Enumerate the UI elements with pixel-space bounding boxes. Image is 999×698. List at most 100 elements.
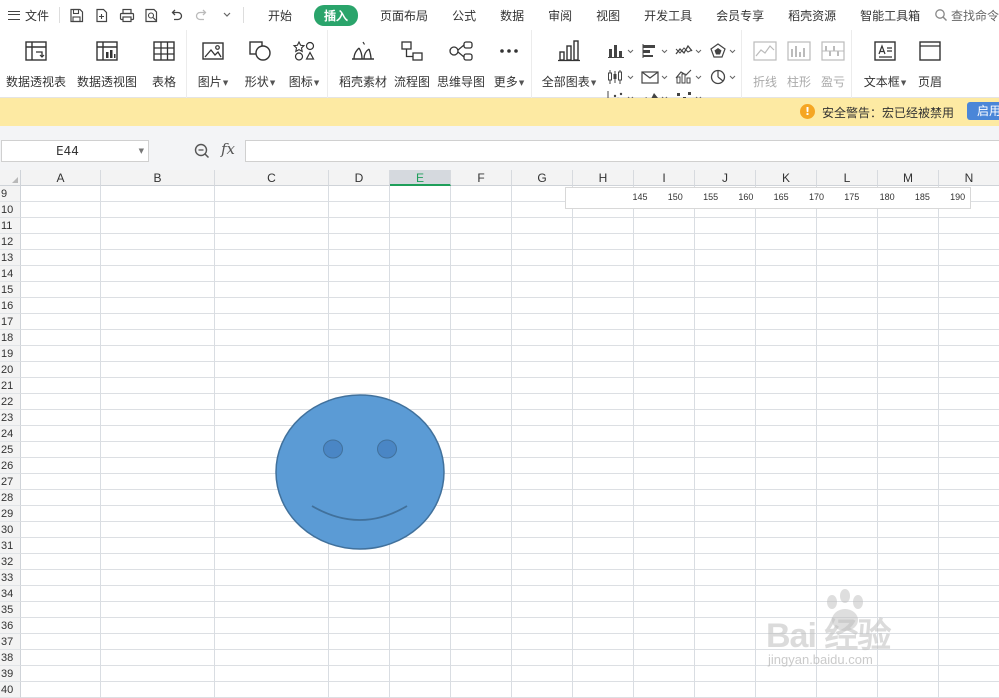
- shape-button[interactable]: 形状▼: [238, 30, 282, 98]
- undo-icon[interactable]: [164, 0, 189, 30]
- column-header[interactable]: A: [21, 170, 101, 186]
- column-header[interactable]: K: [756, 170, 817, 186]
- column-header[interactable]: H: [573, 170, 634, 186]
- row-header[interactable]: 12: [0, 234, 21, 250]
- row-header[interactable]: 20: [0, 362, 21, 378]
- row-header[interactable]: 19: [0, 346, 21, 362]
- picture-button[interactable]: 图片▼: [188, 30, 238, 98]
- column-header[interactable]: B: [101, 170, 215, 186]
- row-header[interactable]: 18: [0, 330, 21, 346]
- row-header[interactable]: 13: [0, 250, 21, 266]
- column-header[interactable]: J: [695, 170, 756, 186]
- flowchart-button[interactable]: 流程图: [390, 30, 434, 98]
- radar-chart-icon[interactable]: [706, 38, 740, 64]
- row-header[interactable]: 27: [0, 474, 21, 490]
- pie-chart-icon[interactable]: [706, 64, 740, 90]
- column-header[interactable]: M: [878, 170, 939, 186]
- row-header[interactable]: 23: [0, 410, 21, 426]
- sparkline-line-button[interactable]: 折线: [748, 30, 782, 98]
- tab-1[interactable]: 插入: [314, 0, 359, 30]
- row-header[interactable]: 10: [0, 202, 21, 218]
- row-header[interactable]: 21: [0, 378, 21, 394]
- embedded-chart-axis[interactable]: 145 150 155 160 165 170 175 180 185 190: [565, 187, 971, 209]
- row-header[interactable]: 9: [0, 186, 21, 202]
- row-header[interactable]: 11: [0, 218, 21, 234]
- sparkline-column-button[interactable]: 柱形: [782, 30, 816, 98]
- tab-3[interactable]: 公式: [440, 0, 488, 30]
- select-all-corner[interactable]: [0, 170, 21, 186]
- customize-toolbar-chevron-icon[interactable]: [214, 0, 239, 30]
- row-header[interactable]: 36: [0, 618, 21, 634]
- row-header[interactable]: 22: [0, 394, 21, 410]
- row-header[interactable]: 31: [0, 538, 21, 554]
- print-icon[interactable]: [114, 0, 139, 30]
- envelope-chart-icon[interactable]: [638, 64, 672, 90]
- row-header[interactable]: 40: [0, 682, 21, 698]
- save-icon[interactable]: [64, 0, 89, 30]
- print-preview-icon[interactable]: [139, 0, 164, 30]
- export-pdf-icon[interactable]: [89, 0, 114, 30]
- tab-6[interactable]: 视图: [584, 0, 632, 30]
- tab-7[interactable]: 开发工具: [632, 0, 704, 30]
- column-header[interactable]: L: [817, 170, 878, 186]
- row-header[interactable]: 17: [0, 314, 21, 330]
- insert-function-icon[interactable]: fx: [221, 140, 235, 158]
- row-header[interactable]: 16: [0, 298, 21, 314]
- header-footer-button[interactable]: 页眉: [910, 30, 950, 98]
- bar-chart-icon[interactable]: [638, 38, 672, 64]
- row-header[interactable]: 39: [0, 666, 21, 682]
- table-button[interactable]: 表格: [143, 30, 185, 98]
- row-header[interactable]: 34: [0, 586, 21, 602]
- docer-material-button[interactable]: 稻壳素材: [336, 30, 390, 98]
- row-header[interactable]: 32: [0, 554, 21, 570]
- row-header[interactable]: 37: [0, 634, 21, 650]
- row-header[interactable]: 14: [0, 266, 21, 282]
- row-header[interactable]: 35: [0, 602, 21, 618]
- formula-input[interactable]: [245, 140, 999, 162]
- textbox-button[interactable]: 文本框▼: [860, 30, 910, 98]
- column-header[interactable]: G: [512, 170, 573, 186]
- file-menu[interactable]: 文件: [0, 0, 55, 30]
- enable-macros-button[interactable]: 启用: [967, 102, 999, 120]
- stock-chart-icon[interactable]: [604, 64, 638, 90]
- chevron-down-icon[interactable]: ▼: [139, 141, 144, 161]
- command-search[interactable]: 查找命令: [930, 0, 999, 30]
- column-header[interactable]: F: [451, 170, 512, 186]
- row-header[interactable]: 28: [0, 490, 21, 506]
- smiley-face-shape[interactable]: [274, 394, 446, 554]
- row-header[interactable]: 29: [0, 506, 21, 522]
- tab-0[interactable]: 开始: [256, 0, 304, 30]
- more-button[interactable]: 更多▼: [488, 30, 530, 98]
- zoom-icon[interactable]: [194, 143, 210, 162]
- redo-icon[interactable]: [189, 0, 214, 30]
- combo-chart-icon[interactable]: [672, 64, 706, 90]
- column-header[interactable]: E: [390, 170, 451, 186]
- pivot-chart-button[interactable]: 数据透视图: [71, 30, 143, 98]
- all-charts-button[interactable]: 全部图表▼: [538, 30, 600, 98]
- tab-9[interactable]: 稻壳资源: [776, 0, 848, 30]
- tab-2[interactable]: 页面布局: [368, 0, 440, 30]
- pivot-table-button[interactable]: 数据透视表: [1, 30, 71, 98]
- row-header[interactable]: 26: [0, 458, 21, 474]
- icon-library-button[interactable]: 图标▼: [282, 30, 326, 98]
- sparkline-winloss-button[interactable]: 盈亏: [816, 30, 850, 98]
- column-header[interactable]: D: [329, 170, 390, 186]
- row-header[interactable]: 33: [0, 570, 21, 586]
- column-header[interactable]: C: [215, 170, 329, 186]
- name-box[interactable]: E44 ▼: [1, 140, 149, 162]
- column-chart-icon[interactable]: [604, 38, 638, 64]
- tab-8[interactable]: 会员专享: [704, 0, 776, 30]
- column-header[interactable]: I: [634, 170, 695, 186]
- tab-4[interactable]: 数据: [488, 0, 536, 30]
- row-header[interactable]: 24: [0, 426, 21, 442]
- row-header[interactable]: 38: [0, 650, 21, 666]
- line-chart-icon[interactable]: [672, 38, 706, 64]
- column-header[interactable]: N: [939, 170, 999, 186]
- row-header[interactable]: 25: [0, 442, 21, 458]
- mindmap-button[interactable]: 思维导图: [434, 30, 488, 98]
- smiley-face-circle[interactable]: [275, 394, 445, 550]
- row-header[interactable]: 15: [0, 282, 21, 298]
- tab-5[interactable]: 审阅: [536, 0, 584, 30]
- tab-10[interactable]: 智能工具箱: [848, 0, 932, 30]
- row-header[interactable]: 30: [0, 522, 21, 538]
